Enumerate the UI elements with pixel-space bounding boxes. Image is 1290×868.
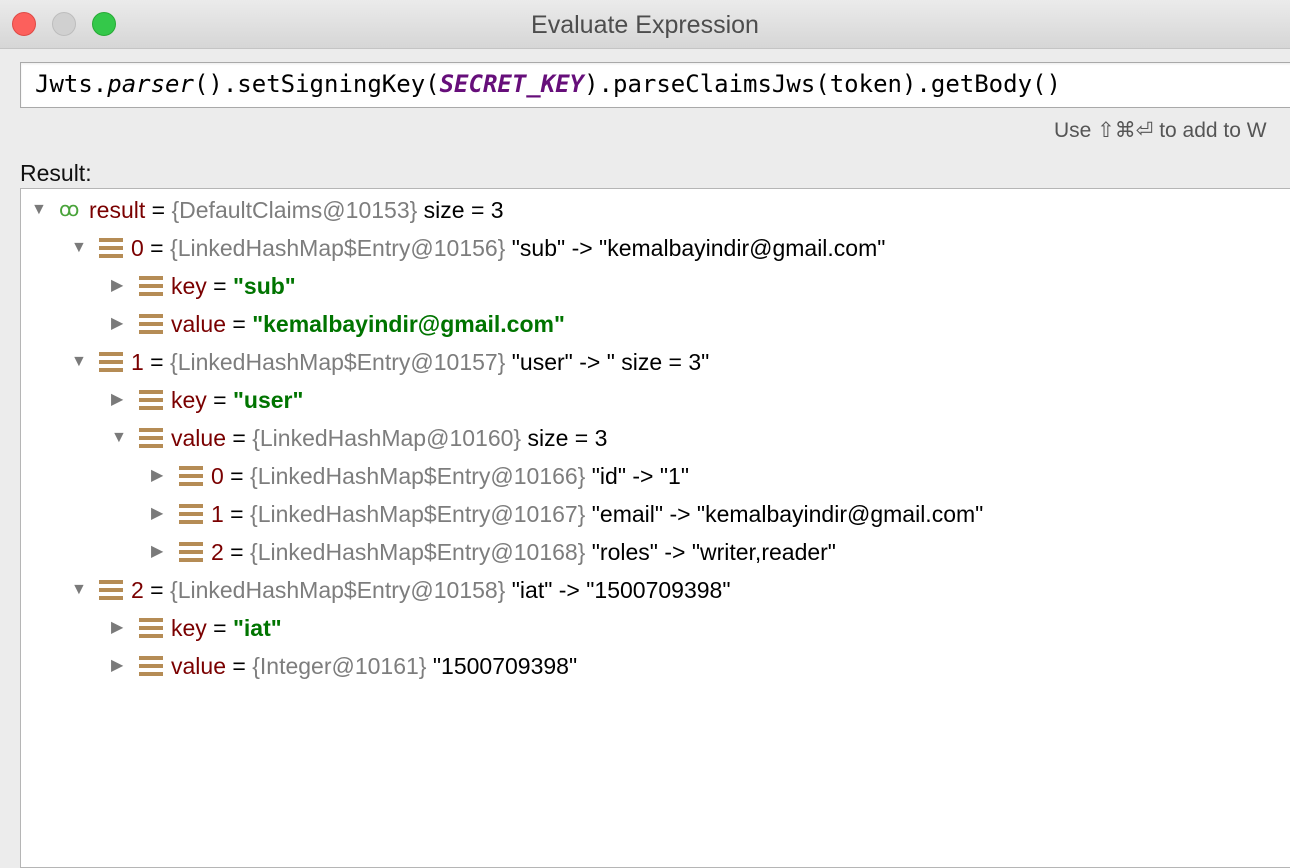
- tree-row[interactable]: ▶ key = "user": [111, 381, 303, 419]
- expression-method: parser: [107, 70, 194, 98]
- field-icon: [139, 656, 163, 676]
- node-type: {LinkedHashMap$Entry@10157}: [170, 349, 506, 375]
- expression-text[interactable]: Jwts.parser().setSigningKey(SECRET_KEY).…: [35, 70, 1061, 98]
- tree-row[interactable]: ▶ 1 = {LinkedHashMap$Entry@10167} "email"…: [151, 495, 983, 533]
- node-name: value: [171, 425, 226, 451]
- node-equals: =: [143, 577, 171, 603]
- node-name: 1: [131, 349, 144, 375]
- node-equals: =: [143, 235, 171, 261]
- node-value: "user" -> " size = 3": [505, 349, 710, 375]
- expand-arrow-icon[interactable]: ▶: [111, 381, 139, 419]
- node-equals: =: [223, 501, 251, 527]
- node-name: 1: [211, 501, 224, 527]
- collapse-arrow-icon[interactable]: ▼: [71, 571, 99, 609]
- field-icon: [99, 352, 123, 372]
- node-name: value: [171, 653, 226, 679]
- field-icon: [139, 618, 163, 638]
- expand-arrow-icon[interactable]: ▶: [111, 609, 139, 647]
- tree-row[interactable]: ▶ value = {Integer@10161} "1500709398": [111, 647, 577, 685]
- node-name: key: [171, 273, 207, 299]
- expand-arrow-icon[interactable]: ▶: [111, 305, 139, 343]
- tree-row[interactable]: ▼ 0 = {LinkedHashMap$Entry@10156} "sub" -…: [71, 229, 885, 267]
- result-label: Result:: [20, 160, 92, 186]
- node-equals: =: [225, 311, 253, 337]
- node-type: {LinkedHashMap$Entry@10156}: [170, 235, 506, 261]
- node-name: 2: [211, 539, 224, 565]
- node-value: "sub": [233, 273, 296, 299]
- collapse-arrow-icon[interactable]: ▼: [111, 419, 139, 457]
- field-icon: [139, 428, 163, 448]
- collapse-arrow-icon[interactable]: ▼: [71, 343, 99, 381]
- field-icon: [179, 542, 203, 562]
- node-type: {LinkedHashMap$Entry@10167}: [250, 501, 586, 527]
- tree-row[interactable]: ▼ 1 = {LinkedHashMap$Entry@10157} "user" …: [71, 343, 709, 381]
- node-value: size = 3: [521, 425, 608, 451]
- node-value: "roles" -> "writer,reader": [585, 539, 836, 565]
- node-equals: =: [206, 387, 234, 413]
- node-name: result: [89, 197, 146, 223]
- node-equals: =: [225, 425, 253, 451]
- expand-arrow-icon[interactable]: ▶: [111, 267, 139, 305]
- field-icon: [179, 504, 203, 524]
- node-equals: =: [206, 273, 234, 299]
- node-value: "kemalbayindir@gmail.com": [252, 311, 565, 337]
- node-name: value: [171, 311, 226, 337]
- node-equals: =: [206, 615, 234, 641]
- expression-chain: ).parseClaimsJws(token).getBody(): [584, 70, 1061, 98]
- field-icon: [99, 580, 123, 600]
- node-value: "1500709398": [426, 653, 578, 679]
- expand-arrow-icon[interactable]: ▶: [151, 457, 179, 495]
- expand-arrow-icon[interactable]: ▶: [111, 647, 139, 685]
- node-value: "user": [233, 387, 304, 413]
- expand-arrow-icon[interactable]: ▶: [151, 533, 179, 571]
- tree-row[interactable]: ▶ key = "sub": [111, 267, 296, 305]
- node-value: "sub" -> "kemalbayindir@gmail.com": [505, 235, 886, 261]
- node-name: 0: [211, 463, 224, 489]
- tree-row[interactable]: ▼ ꝏ result = {DefaultClaims@10153} size = …: [31, 191, 504, 229]
- field-icon: [99, 238, 123, 258]
- node-equals: =: [225, 653, 253, 679]
- field-icon: [139, 276, 163, 296]
- field-icon: [139, 390, 163, 410]
- keyboard-hint: Use ⇧⌘⏎ to add to W: [1054, 119, 1267, 142]
- node-type: {DefaultClaims@10153}: [171, 197, 418, 223]
- node-type: {LinkedHashMap$Entry@10166}: [250, 463, 586, 489]
- tree-row[interactable]: ▼ 2 = {LinkedHashMap$Entry@10158} "iat" -…: [71, 571, 731, 609]
- node-equals: =: [143, 349, 171, 375]
- node-type: {LinkedHashMap$Entry@10158}: [170, 577, 506, 603]
- tree-row[interactable]: ▶ value = "kemalbayindir@gmail.com": [111, 305, 565, 343]
- expression-call: ().setSigningKey(: [193, 70, 440, 98]
- collapse-arrow-icon[interactable]: ▼: [71, 229, 99, 267]
- node-equals: =: [145, 197, 172, 223]
- collapse-arrow-icon[interactable]: ▼: [31, 191, 59, 229]
- node-type: {LinkedHashMap@10160}: [252, 425, 522, 451]
- node-name: 0: [131, 235, 144, 261]
- tree-row[interactable]: ▶ key = "iat": [111, 609, 282, 647]
- node-name: key: [171, 387, 207, 413]
- expand-arrow-icon[interactable]: ▶: [151, 495, 179, 533]
- node-value: "email" -> "kemalbayindir@gmail.com": [585, 501, 984, 527]
- tree-row[interactable]: ▶ 0 = {LinkedHashMap$Entry@10166} "id" ->…: [151, 457, 689, 495]
- node-value: "iat" -> "1500709398": [505, 577, 731, 603]
- title-bar: Evaluate Expression: [0, 0, 1290, 49]
- node-type: {LinkedHashMap$Entry@10168}: [250, 539, 586, 565]
- tree-row[interactable]: ▼ value = {LinkedHashMap@10160} size = 3: [111, 419, 607, 457]
- expression-input[interactable]: Jwts.parser().setSigningKey(SECRET_KEY).…: [20, 62, 1290, 108]
- expression-receiver: Jwts.: [35, 70, 108, 98]
- node-equals: =: [223, 539, 251, 565]
- node-type: {Integer@10161}: [252, 653, 427, 679]
- node-value: size = 3: [417, 197, 504, 223]
- field-icon: [139, 314, 163, 334]
- node-name: 2: [131, 577, 144, 603]
- expression-constant: SECRET_KEY: [439, 70, 585, 98]
- window-title: Evaluate Expression: [531, 11, 759, 39]
- watch-glasses-icon: ꝏ: [59, 199, 80, 221]
- node-name: key: [171, 615, 207, 641]
- node-value: "iat": [233, 615, 282, 641]
- field-icon: [179, 466, 203, 486]
- node-equals: =: [223, 463, 251, 489]
- tree-row[interactable]: ▶ 2 = {LinkedHashMap$Entry@10168} "roles"…: [151, 533, 836, 571]
- node-value: "id" -> "1": [585, 463, 689, 489]
- result-tree[interactable]: ▼ ꝏ result = {DefaultClaims@10153} size = …: [20, 188, 1290, 868]
